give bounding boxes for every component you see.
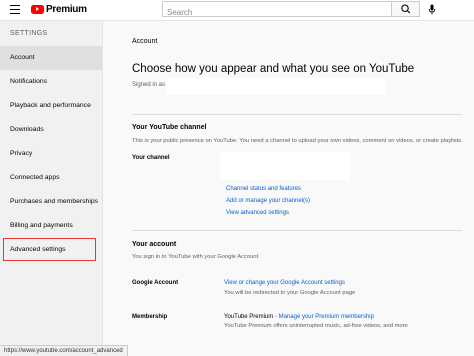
sidebar-heading: SETTINGS bbox=[10, 30, 48, 37]
youtube-premium-logo[interactable]: Premium bbox=[31, 3, 87, 16]
sidebar-item-downloads[interactable]: Downloads bbox=[0, 118, 102, 142]
signed-in-label: Signed in as bbox=[132, 82, 166, 88]
add-manage-channel-link[interactable]: Add or manage your channel(s) bbox=[226, 198, 310, 204]
status-bar-url: https://www.youtube.com/account_advanced bbox=[0, 345, 128, 356]
membership-status: YouTube Premium · Manage your Premium me… bbox=[224, 314, 374, 320]
logo-text: Premium bbox=[46, 4, 87, 15]
membership-label: Membership bbox=[132, 314, 168, 320]
your-channel-label: Your channel bbox=[132, 155, 170, 161]
sidebar-item-notifications[interactable]: Notifications bbox=[0, 70, 102, 94]
redacted-account-name bbox=[166, 78, 386, 95]
membership-value: YouTube Premium bbox=[224, 314, 274, 320]
membership-description: YouTube Premium offers uninterrupted mus… bbox=[224, 323, 408, 329]
view-advanced-settings-link[interactable]: View advanced settings bbox=[226, 210, 289, 216]
sidebar-item-connected-apps[interactable]: Connected apps bbox=[0, 166, 102, 190]
top-bar: Premium bbox=[0, 0, 474, 21]
divider bbox=[132, 230, 462, 231]
main-content: Account Choose how you appear and what y… bbox=[103, 21, 474, 355]
sidebar-item-purchases[interactable]: Purchases and memberships bbox=[0, 190, 102, 214]
sidebar-item-account[interactable]: Account bbox=[0, 46, 102, 70]
search-input[interactable] bbox=[163, 5, 399, 20]
manage-membership-link[interactable]: Manage your Premium membership bbox=[279, 314, 374, 320]
settings-sidebar: SETTINGS Account Notifications Playback … bbox=[0, 21, 103, 355]
sidebar-item-privacy[interactable]: Privacy bbox=[0, 142, 102, 166]
google-account-redirect-note: You will be redirected to your Google Ac… bbox=[224, 290, 356, 296]
redacted-channel bbox=[220, 152, 350, 180]
channel-section-title: Your YouTube channel bbox=[132, 124, 207, 131]
channel-status-link[interactable]: Channel status and features bbox=[226, 186, 301, 192]
google-account-settings-link[interactable]: View or change your Google Account setti… bbox=[224, 280, 345, 286]
google-account-label: Google Account bbox=[132, 280, 179, 286]
page-title: Choose how you appear and what you see o… bbox=[132, 63, 415, 75]
advanced-settings-highlight bbox=[3, 238, 96, 261]
search-icon bbox=[401, 4, 411, 14]
hamburger-menu-icon[interactable] bbox=[10, 5, 20, 14]
divider bbox=[132, 114, 462, 115]
youtube-play-icon bbox=[31, 5, 44, 14]
sidebar-item-playback[interactable]: Playback and performance bbox=[0, 94, 102, 118]
search-button[interactable] bbox=[392, 1, 420, 17]
channel-section-description: This is your public presence on YouTube.… bbox=[132, 138, 463, 144]
search-box bbox=[162, 1, 399, 20]
microphone-icon[interactable] bbox=[428, 4, 436, 15]
sidebar-item-billing[interactable]: Billing and payments bbox=[0, 214, 102, 238]
page-section-label: Account bbox=[132, 38, 158, 45]
account-section-description: You sign in to YouTube with your Google … bbox=[132, 254, 259, 260]
account-section-title: Your account bbox=[132, 241, 177, 248]
